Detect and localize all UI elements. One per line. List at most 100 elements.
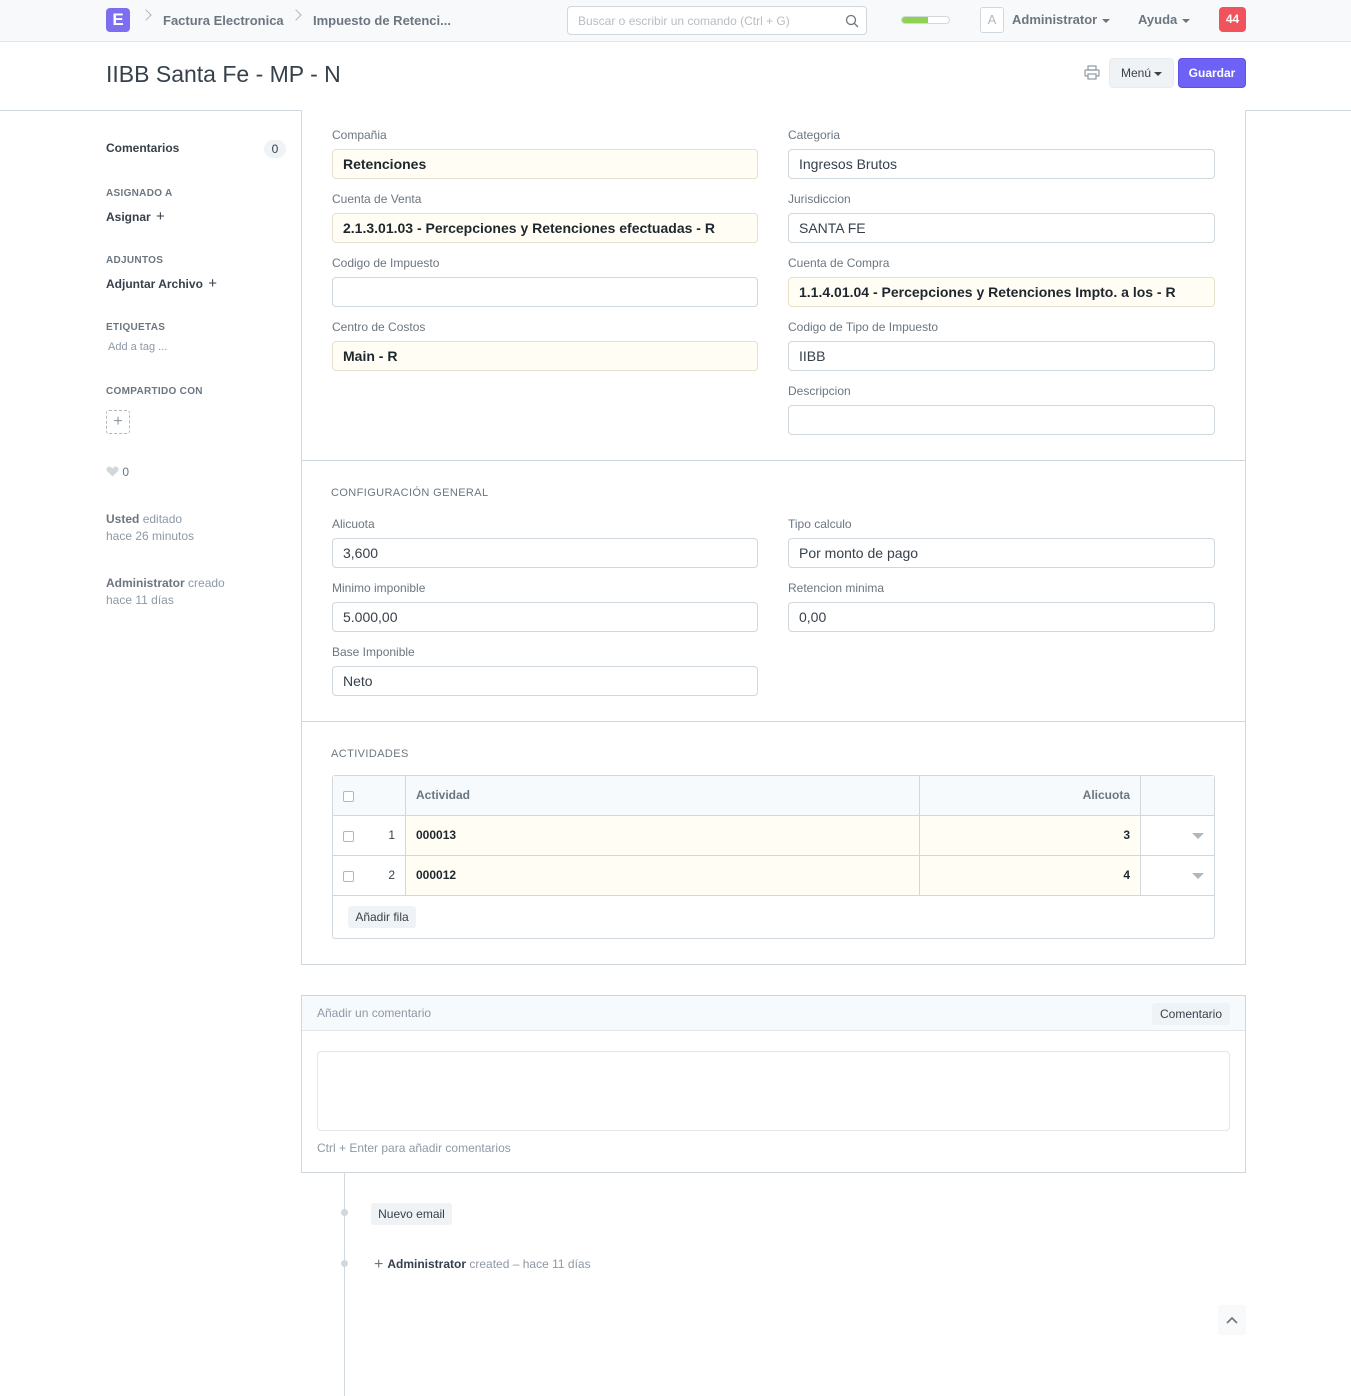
user-label: Administrator: [1012, 12, 1098, 27]
row-actions[interactable]: [1140, 856, 1214, 895]
sidebar-comments[interactable]: Comentarios: [106, 141, 179, 155]
breadcrumb-impuesto-retencion[interactable]: Impuesto de Retenci...: [313, 13, 451, 28]
cuenta-venta-label: Cuenta de Venta: [332, 192, 422, 206]
notification-badge[interactable]: 44: [1219, 7, 1246, 32]
minimo-imponible-field[interactable]: 5.000,00: [332, 602, 758, 632]
search-icon: [845, 14, 859, 28]
menu-button[interactable]: Menú: [1109, 58, 1174, 88]
create-time: hace 11 días: [106, 593, 174, 607]
breadcrumb-chevron-icon: [290, 9, 302, 21]
print-icon[interactable]: [1084, 65, 1100, 80]
timeline-text: created – hace 11 días: [469, 1257, 591, 1271]
add-tag-input[interactable]: Add a tag ...: [108, 341, 167, 353]
base-imponible-select[interactable]: Neto: [332, 666, 758, 696]
create-user[interactable]: Administrator: [106, 576, 185, 590]
avatar[interactable]: A: [980, 7, 1004, 33]
chevron-down-icon: [1192, 873, 1204, 879]
edit-time: hace 26 minutos: [106, 529, 195, 543]
add-row-button[interactable]: Añadir fila: [348, 906, 416, 928]
alicuota-label: Alicuota: [332, 517, 375, 531]
alicuota-field[interactable]: 3,600: [332, 538, 758, 568]
comment-title: Añadir un comentario: [317, 1006, 432, 1020]
retencion-minima-field[interactable]: 0,00: [788, 602, 1215, 632]
alicuota-cell[interactable]: 3: [919, 816, 1140, 855]
section-divider: [301, 721, 1246, 722]
create-activity: Administrator creado: [106, 576, 225, 590]
descripcion-label: Descripcion: [788, 384, 851, 398]
centro-costos-label: Centro de Costos: [332, 320, 426, 334]
new-email-button[interactable]: Nuevo email: [371, 1203, 452, 1225]
chevron-down-icon: [1102, 18, 1111, 23]
plus-icon: +: [113, 413, 123, 430]
scroll-to-top-button[interactable]: [1218, 1305, 1246, 1335]
assign-label: Asignar: [106, 210, 151, 224]
base-imponible-label: Base Imponible: [332, 645, 415, 659]
create-action: creado: [188, 576, 225, 590]
plus-icon: +: [156, 208, 165, 225]
row-actions[interactable]: [1140, 816, 1214, 855]
codigo-tipo-field[interactable]: IIBB: [788, 341, 1215, 371]
assign-button[interactable]: Asignar +: [106, 208, 165, 225]
cuenta-compra-field[interactable]: 1.1.4.01.04 - Percepciones y Retenciones…: [788, 277, 1215, 307]
chevron-down-icon: [1192, 833, 1204, 839]
activities-table: Actividad Alicuota 1 000013 3 2 000012 4: [332, 775, 1215, 939]
timeline-dot: [341, 1209, 348, 1216]
timeline-user[interactable]: Administrator: [387, 1257, 466, 1271]
page-title: IIBB Santa Fe - MP - N: [106, 61, 341, 87]
codigo-tipo-label: Codigo de Tipo de Impuesto: [788, 320, 939, 334]
chevron-down-icon: [1154, 71, 1163, 76]
tipo-calculo-label: Tipo calculo: [788, 517, 852, 531]
heart-icon: [106, 466, 119, 477]
column-header-alicuota: Alicuota: [919, 776, 1140, 815]
progress-bar: [901, 16, 950, 24]
tipo-calculo-select[interactable]: Por monto de pago: [788, 538, 1215, 568]
jurisdiccion-field[interactable]: SANTA FE: [788, 213, 1215, 243]
compania-field[interactable]: Retenciones: [332, 149, 758, 179]
descripcion-field[interactable]: [788, 405, 1215, 435]
edit-user[interactable]: Usted: [106, 512, 139, 526]
add-share-button[interactable]: +: [106, 410, 130, 434]
table-row[interactable]: 2 000012 4: [333, 856, 1214, 896]
row-checkbox[interactable]: [343, 871, 354, 882]
help-label: Ayuda: [1138, 12, 1178, 27]
comment-textarea[interactable]: [317, 1051, 1230, 1131]
categoria-label: Categoria: [788, 128, 841, 142]
chevron-up-icon: [1226, 1316, 1238, 1324]
save-button[interactable]: Guardar: [1178, 58, 1246, 88]
cuenta-venta-field[interactable]: 2.1.3.01.03 - Percepciones y Retenciones…: [332, 213, 758, 243]
table-row[interactable]: 1 000013 3: [333, 816, 1214, 856]
shared-heading: COMPARTIDO CON: [106, 386, 203, 397]
tags-heading: ETIQUETAS: [106, 322, 166, 333]
alicuota-cell[interactable]: 4: [919, 856, 1140, 895]
user-dropdown[interactable]: Administrator: [1012, 12, 1111, 27]
codigo-impuesto-label: Codigo de Impuesto: [332, 256, 440, 270]
chevron-down-icon: [1182, 18, 1191, 23]
help-dropdown[interactable]: Ayuda: [1138, 12, 1191, 27]
attach-file-button[interactable]: Adjuntar Archivo +: [106, 275, 217, 292]
actividad-cell[interactable]: 000013: [405, 816, 919, 855]
comment-hint: Ctrl + Enter para añadir comentarios: [317, 1141, 511, 1155]
timeline-entry: + Administrator created – hace 11 días: [374, 1256, 591, 1274]
column-header-actividad: Actividad: [405, 776, 919, 815]
navbar: E Factura Electronica Impuesto de Retenc…: [0, 0, 1351, 42]
codigo-impuesto-field[interactable]: [332, 277, 758, 307]
select-all-checkbox[interactable]: [343, 791, 354, 802]
timeline-dot: [341, 1260, 348, 1267]
plus-icon: +: [208, 275, 218, 292]
comment-button[interactable]: Comentario: [1152, 1003, 1230, 1025]
centro-costos-field[interactable]: Main - R: [332, 341, 758, 371]
like-button[interactable]: 0: [106, 465, 129, 479]
breadcrumb-chevron-icon: [140, 9, 152, 21]
breadcrumb-factura-electronica[interactable]: Factura Electronica: [163, 13, 284, 28]
plus-icon: +: [374, 1256, 384, 1273]
likes-count: 0: [122, 465, 130, 479]
retencion-minima-label: Retencion minima: [788, 581, 885, 595]
comments-count-badge: 0: [264, 140, 286, 158]
actividad-cell[interactable]: 000012: [405, 856, 919, 895]
row-checkbox[interactable]: [343, 831, 354, 842]
row-index: 2: [388, 868, 395, 882]
categoria-field[interactable]: Ingresos Brutos: [788, 149, 1215, 179]
search-input[interactable]: Buscar o escribir un comando (Ctrl + G): [567, 6, 867, 35]
app-logo[interactable]: E: [106, 8, 130, 32]
cuenta-compra-label: Cuenta de Compra: [788, 256, 890, 270]
